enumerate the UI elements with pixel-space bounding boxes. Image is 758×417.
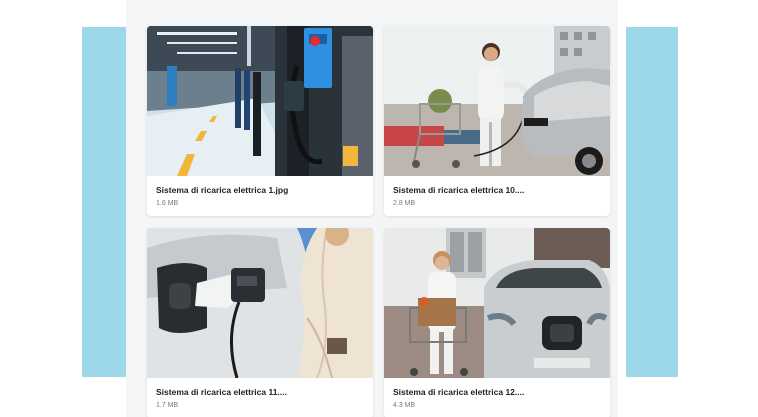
file-thumbnail[interactable] <box>147 26 373 176</box>
file-card[interactable]: Sistema di ricarica elettrica 1.jpg 1.6 … <box>147 26 373 216</box>
charging-plug-image <box>147 228 373 378</box>
file-card[interactable]: Sistema di ricarica elettrica 10.... 2.8… <box>384 26 610 216</box>
file-name: Sistema di ricarica elettrica 12.... <box>393 387 525 397</box>
file-thumbnail[interactable] <box>384 228 610 378</box>
right-side-panel <box>626 27 678 377</box>
file-size: 4.3 MB <box>393 402 416 409</box>
file-info: Sistema di ricarica elettrica 11.... 1.7… <box>147 378 373 417</box>
file-size: 1.7 MB <box>156 402 179 409</box>
file-info: Sistema di ricarica elettrica 1.jpg 1.6 … <box>147 176 373 216</box>
file-thumbnail[interactable] <box>147 228 373 378</box>
ev-charging-station-image <box>147 26 373 176</box>
woman-with-electric-car-image <box>384 228 610 378</box>
file-thumbnail[interactable] <box>384 26 610 176</box>
file-name: Sistema di ricarica elettrica 11.... <box>156 387 287 397</box>
screen: Sistema di ricarica elettrica 1.jpg 1.6 … <box>0 0 758 417</box>
file-name: Sistema di ricarica elettrica 1.jpg <box>156 185 289 195</box>
file-name: Sistema di ricarica elettrica 10.... <box>393 185 525 195</box>
file-size: 1.6 MB <box>156 200 179 207</box>
file-card[interactable]: Sistema di ricarica elettrica 11.... 1.7… <box>147 228 373 417</box>
file-info: Sistema di ricarica elettrica 10.... 2.8… <box>384 176 610 216</box>
file-info: Sistema di ricarica elettrica 12.... 4.3… <box>384 378 610 417</box>
file-size: 2.8 MB <box>393 200 416 207</box>
file-card[interactable]: Sistema di ricarica elettrica 12.... 4.3… <box>384 228 610 417</box>
woman-charging-car-image <box>384 26 610 176</box>
